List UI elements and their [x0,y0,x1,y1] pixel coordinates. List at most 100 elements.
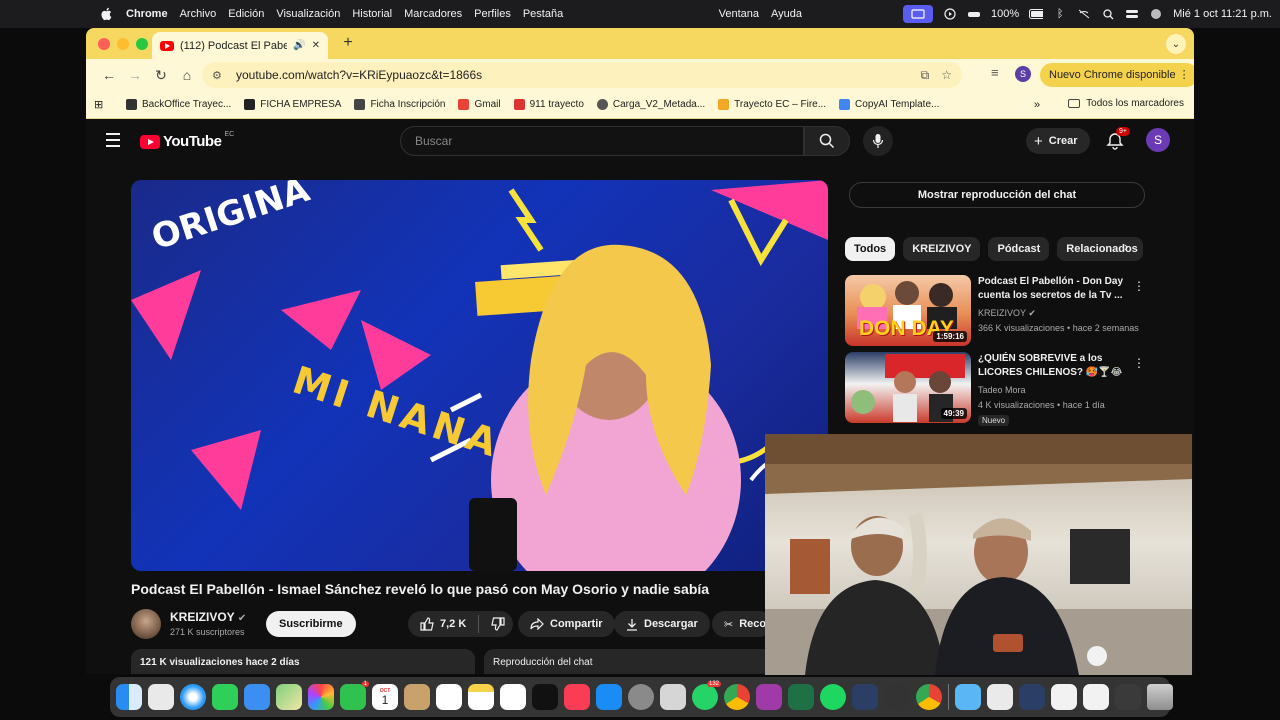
home-icon[interactable]: ⌂ [174,62,200,88]
update-chrome-button[interactable]: Nuevo Chrome disponible ⋮ [1040,63,1194,87]
chip-kreizivoy[interactable]: KREIZIVOY [903,237,981,261]
tab-youtube[interactable]: (112) Podcast El Pabellón 🔊 ✕ [152,32,328,59]
speaker-icon[interactable]: 🔊 [293,40,305,51]
hamburger-menu-icon[interactable] [106,133,120,151]
install-app-icon[interactable]: ⧉ [921,68,930,83]
close-tab-icon[interactable]: ✕ [312,40,320,51]
chip-relacionados[interactable]: Relacionados [1057,237,1144,261]
chevron-right-icon[interactable]: › [1124,239,1128,254]
apps-grid-icon[interactable]: ⊞ [94,98,108,111]
menu-archivo[interactable]: Archivo [180,8,217,20]
menu-edicion[interactable]: Edición [228,8,264,20]
bookmark-item[interactable]: Ficha Inscripción [354,99,445,110]
address-bar[interactable]: ⚙ youtube.com/watch?v=KRiEypuaozc&t=1866… [202,62,962,88]
menu-perfiles[interactable]: Perfiles [474,8,511,20]
freeform-icon[interactable] [500,684,526,710]
calendar-icon[interactable]: OCT 1 [372,684,398,710]
screen-share-icon[interactable] [903,5,933,23]
app-store-icon[interactable] [596,684,622,710]
bookmark-item[interactable]: FICHA EMPRESA [244,99,341,110]
more-vert-icon[interactable]: ⋮ [1133,356,1145,370]
messages-icon[interactable] [212,684,238,710]
search-input[interactable]: Buscar [400,126,804,156]
bookmark-item[interactable]: BackOffice Trayec... [126,99,231,110]
close-window-icon[interactable] [98,38,110,50]
notes-icon[interactable] [468,684,494,710]
maximize-window-icon[interactable] [136,38,148,50]
menu-pestana[interactable]: Pestaña [523,8,563,20]
wifi-off-icon[interactable] [1077,8,1091,20]
downloads-folder-icon[interactable] [955,684,981,710]
webcam-overlay[interactable] [765,434,1192,675]
bookmark-item[interactable]: Trayecto EC – Fire... [718,99,826,110]
chrome-icon[interactable] [724,684,750,710]
minimized-window-icon[interactable] [1019,684,1045,710]
subscribe-button[interactable]: Suscribirme [266,611,356,637]
description-box[interactable]: 121 K visualizaciones hace 2 días [131,649,475,674]
download-button[interactable]: Descargar [614,611,710,637]
video-player[interactable]: ORIGINA MI NANA [131,180,828,571]
recommended-channel[interactable]: KREIZIVOY ✔ [978,308,1036,319]
chip-todos[interactable]: Todos [845,237,896,261]
minimize-window-icon[interactable] [117,38,129,50]
channel-avatar[interactable] [131,609,161,639]
books-icon[interactable] [756,684,782,710]
like-button[interactable]: 7,2 K [420,617,466,631]
thumbs-down-icon[interactable] [491,617,505,631]
music-icon[interactable] [564,684,590,710]
minimized-window-icon[interactable] [1115,684,1141,710]
more-bookmarks-icon[interactable]: » [1034,99,1040,111]
youtube-logo[interactable]: YouTube EC [140,131,234,150]
recommended-title[interactable]: ¿QUIÉN SOBREVIVE a los LICORES CHILENOS?… [978,352,1128,380]
menu-ayuda[interactable]: Ayuda [771,8,802,20]
notes-app-icon[interactable] [404,684,430,710]
whatsapp-icon[interactable]: 132 [692,681,721,710]
chat-replay-panel[interactable]: Reproducción del chat [484,649,784,674]
back-arrow-icon[interactable]: ← [96,62,122,88]
menu-historial[interactable]: Historial [352,8,392,20]
facetime-icon[interactable]: 1 [340,681,369,710]
url-text[interactable]: youtube.com/watch?v=KRiEypuaozc&t=1866s [236,68,921,82]
share-button[interactable]: Compartir [518,611,615,637]
profile-avatar[interactable]: S [1015,66,1031,82]
show-chat-replay-button[interactable]: Mostrar reproducción del chat [849,182,1145,208]
bookmark-item[interactable]: Carga_V2_Metada... [596,99,705,110]
mail-icon[interactable] [244,684,270,710]
clip-button[interactable]: ✂ Reco [712,611,772,637]
chip-podcast[interactable]: Pódcast [988,237,1050,261]
minimized-window-icon[interactable] [1083,684,1109,710]
apple-tv-icon[interactable] [532,684,558,710]
recommended-channel[interactable]: Tadeo Mora [978,385,1026,395]
app-window-icon[interactable] [852,684,878,710]
account-avatar[interactable]: S [1146,128,1170,152]
menu-clock[interactable]: Mié 1 oct 11:21 p.m. [1173,8,1272,20]
bookmark-star-icon[interactable]: ☆ [941,68,952,83]
menu-app-name[interactable]: Chrome [126,8,168,20]
media-controls-icon[interactable]: ≡ [991,65,999,80]
script-editor-icon[interactable] [660,684,686,710]
launchpad-icon[interactable] [148,684,174,710]
channel-name[interactable]: KREIZIVOY ✔ [170,610,246,624]
chrome-secondary-icon[interactable] [916,684,942,710]
more-vert-icon[interactable]: ⋮ [1179,68,1190,81]
minimized-window-icon[interactable] [1051,684,1077,710]
menu-marcadores[interactable]: Marcadores [404,8,462,20]
photos-icon[interactable] [308,684,334,710]
video-thumbnail[interactable]: 49:39 [845,352,971,423]
bookmark-item[interactable]: 911 trayecto [513,99,584,110]
siri-icon[interactable] [1149,8,1163,20]
search-icon[interactable] [1101,8,1115,20]
recommended-video[interactable]: DON DAY 1:59:16 Podcast El Pabellón - Do… [845,275,1145,347]
all-bookmarks-button[interactable]: Todos los marcadores [1068,98,1184,109]
finder-icon[interactable] [116,684,142,710]
forward-arrow-icon[interactable]: → [122,62,148,88]
bluetooth-icon[interactable]: ᛒ [1053,8,1067,20]
reload-icon[interactable]: ↻ [148,62,174,88]
minimized-window-icon[interactable] [987,684,1013,710]
battery-icon[interactable] [1029,8,1044,20]
spotify-icon[interactable] [820,684,846,710]
voice-search-button[interactable] [863,126,893,156]
more-vert-icon[interactable]: ⋮ [1133,279,1145,293]
bookmark-item[interactable]: CopyAI Template... [839,99,939,110]
control-center-icon[interactable] [1125,8,1139,20]
